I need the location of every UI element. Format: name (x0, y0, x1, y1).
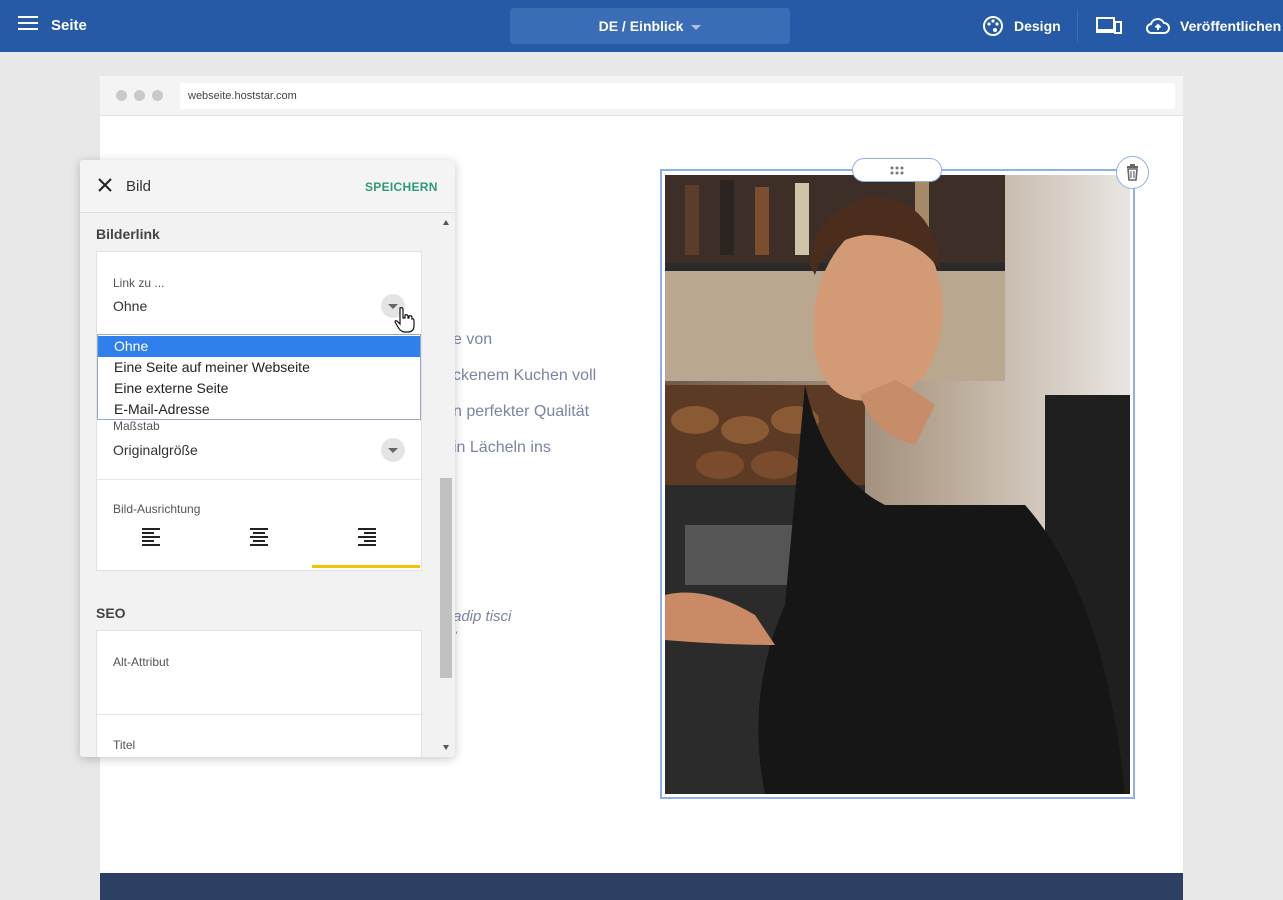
drag-dots-icon (890, 166, 904, 175)
barista-photo[interactable] (665, 175, 1130, 794)
link-option-ohne[interactable]: Ohne (98, 336, 420, 357)
drag-handle[interactable] (852, 158, 942, 182)
page-select-label: DE / Einblick (598, 18, 684, 34)
browser-bar: webseite.hoststar.com (100, 76, 1183, 116)
design-label: Design (1014, 18, 1061, 34)
image-settings-panel: Bild SPEICHERN Bilderlink Link zu ... Oh… (80, 160, 455, 757)
scale-label: Maßstab (113, 419, 160, 433)
link-option-email[interactable]: E-Mail-Adresse (98, 399, 420, 420)
image-link-section-title: Bilderlink (96, 226, 160, 242)
align-center-button[interactable] (245, 524, 275, 550)
align-left-button[interactable] (137, 524, 167, 550)
seo-card: Alt-Attribut Titel (96, 630, 423, 757)
scroll-down-icon[interactable] (443, 745, 449, 750)
link-to-value: Ohne (113, 298, 148, 314)
scale-dropdown-button[interactable] (381, 438, 405, 462)
publish-button[interactable]: Veröffentlichen (1146, 0, 1281, 52)
link-to-label: Link zu ... (113, 276, 165, 290)
hamburger-menu-icon[interactable] (18, 16, 38, 36)
align-right-button[interactable] (353, 524, 383, 550)
panel-title: Bild (126, 178, 152, 195)
window-dot-icon (152, 90, 163, 101)
link-option-external-page[interactable]: Eine externe Seite (98, 378, 420, 399)
caret-down-icon (691, 24, 702, 30)
trash-icon (1127, 164, 1138, 181)
hand-cursor-icon (394, 307, 415, 333)
page-text-line: in Lächeln ins (453, 439, 551, 456)
page-text-line: ckenem Kuchen voll (453, 367, 597, 384)
delete-image-button[interactable] (1116, 156, 1149, 189)
page-language-select[interactable]: DE / Einblick (510, 8, 790, 44)
page-text-line: n perfekter Qualität (453, 403, 590, 420)
top-bar-title: Seite (51, 17, 87, 34)
alt-attribute-label: Alt-Attribut (113, 655, 170, 669)
title-label: Titel (113, 738, 136, 752)
page-quote: adip tisci (453, 608, 512, 625)
palette-icon (983, 16, 1003, 36)
device-preview-button[interactable] (1096, 0, 1132, 52)
address-bar: webseite.hoststar.com (180, 83, 1175, 109)
card-divider (97, 479, 423, 480)
cloud-upload-icon (1146, 18, 1170, 34)
scale-value: Originalgröße (113, 442, 198, 458)
photo-illustration (665, 175, 1130, 794)
save-button[interactable]: SPEICHERN (365, 180, 438, 194)
window-dot-icon (134, 90, 145, 101)
card-divider (97, 714, 423, 715)
top-bar-divider (1077, 10, 1078, 42)
window-dot-icon (116, 90, 127, 101)
link-option-internal-page[interactable]: Eine Seite auf meiner Webseite (98, 357, 420, 378)
panel-header: Bild SPEICHERN (80, 160, 455, 213)
top-bar: Seite DE / Einblick Design Veröffentlich… (0, 0, 1283, 52)
page-text-line: e von (453, 331, 493, 348)
design-button[interactable]: Design (982, 0, 1061, 52)
publish-label: Veröffentlichen (1180, 18, 1282, 34)
active-alignment-indicator (312, 565, 420, 568)
seo-section-title: SEO (96, 605, 126, 621)
close-icon[interactable] (98, 178, 112, 192)
panel-scrollbar-thumb[interactable] (440, 478, 452, 678)
scroll-up-icon[interactable] (443, 220, 449, 225)
devices-icon (1096, 17, 1122, 34)
page-footer-band (100, 873, 1183, 900)
link-options-list: Ohne Eine Seite auf meiner Webseite Eine… (97, 334, 421, 420)
alignment-label: Bild-Ausrichtung (113, 502, 201, 516)
